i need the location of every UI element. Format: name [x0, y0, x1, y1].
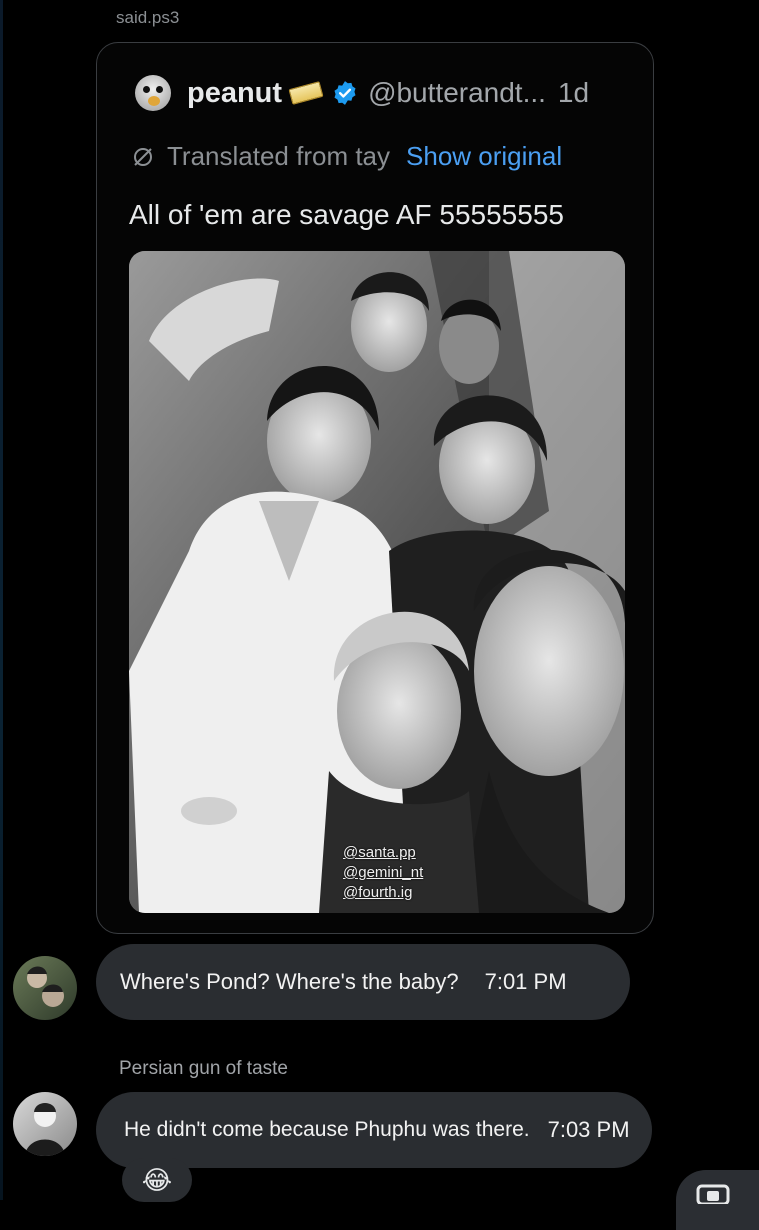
author-name[interactable]: peanut [187, 77, 282, 110]
translation-row: Translated from tay Show original [131, 141, 562, 172]
translated-label: Translated from tay [167, 141, 391, 171]
photo-tag-overlay: @santa.pp @gemini_nt @fourth.ig [343, 843, 423, 903]
post-time: 1d [557, 77, 590, 108]
message-time: 7:01 PM [484, 969, 567, 994]
photo-tag: @gemini_nt [343, 864, 424, 881]
edge-glow [0, 0, 3, 1200]
quoted-post-text: All of 'em are savage AF 55555555 [129, 199, 564, 230]
sender-avatar[interactable] [13, 1092, 77, 1156]
photo-tag: @santa.pp [343, 844, 416, 861]
no-language-icon [134, 147, 152, 166]
butter-emoji-icon [288, 81, 324, 105]
avatar-image [25, 1103, 65, 1156]
sender-avatar[interactable] [13, 956, 77, 1020]
message-text: Where's Pond? Where's the baby? [120, 969, 459, 994]
quoted-post-header: peanut @butterandt... 1d [135, 73, 589, 113]
message-bubble[interactable]: Where's Pond? Where's the baby? 7:01 PM [96, 944, 630, 1020]
group-selfie-image [129, 251, 625, 913]
screen-share-icon [696, 1184, 730, 1204]
show-original-link[interactable]: Show original [406, 141, 562, 172]
author-handle[interactable]: @butterandt... [368, 77, 546, 109]
verified-badge-icon [334, 81, 356, 105]
quoted-post-card[interactable]: peanut @butterandt... 1d Translated from… [96, 42, 654, 934]
reaction-badge[interactable]: 😂 [122, 1158, 192, 1202]
photo-tag: @fourth.ig [343, 884, 413, 901]
avatar-image [27, 966, 64, 1007]
sender-name-top: said.ps3 [116, 8, 180, 27]
message-time: 7:03 PM [547, 1117, 630, 1142]
message-text: He didn't come because Phuphu was there. [124, 1118, 530, 1141]
screen-share-button[interactable] [676, 1170, 759, 1230]
sender-name: Persian gun of taste [119, 1058, 288, 1079]
post-photo[interactable]: @santa.pp @gemini_nt @fourth.ig [129, 251, 625, 913]
message-bubble[interactable]: He didn't come because Phuphu was there.… [96, 1092, 652, 1168]
author-avatar[interactable] [135, 75, 171, 111]
